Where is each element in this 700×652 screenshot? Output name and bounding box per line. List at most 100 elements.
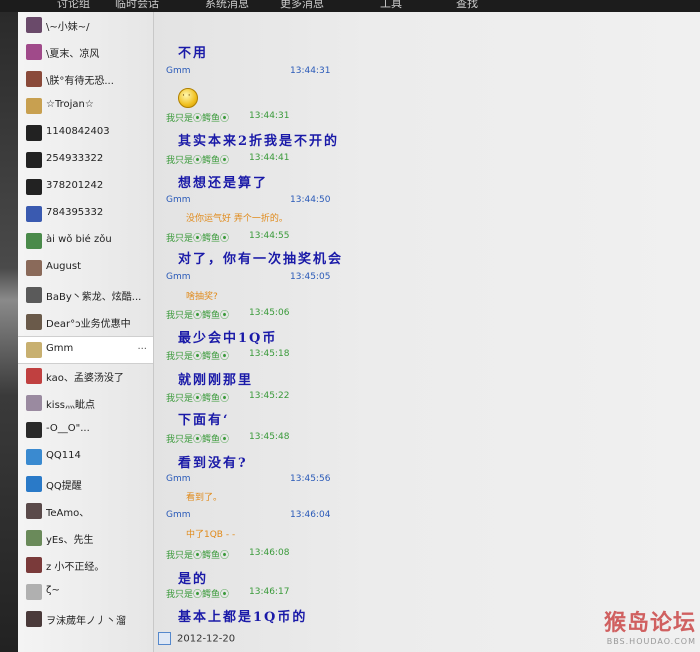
avatar: [26, 152, 42, 168]
contact-item[interactable]: ☆Trojan☆: [18, 93, 153, 120]
message-timestamp: 13:45:56: [290, 474, 331, 484]
message-header: Gmm 13:46:04: [166, 510, 330, 520]
sender-name: Gmm: [166, 66, 191, 76]
top-tab[interactable]: 讨论组: [57, 0, 90, 11]
message-header: 我只是⦿鳄鱼⦿ 13:45:22: [166, 391, 289, 404]
sender-name: Gmm: [166, 510, 191, 520]
contact-list: \~小妹~/ \夏末、凉风 \朕°有待无恐... ☆Trojan☆ 1140842403…: [18, 12, 154, 652]
contact-name: BaBy丶紫龙、炫酷...: [46, 292, 142, 303]
avatar: [26, 233, 42, 249]
top-tab[interactable]: 系统消息: [205, 0, 249, 11]
message-text: 想想还是算了: [178, 176, 269, 191]
message-text: 就刚刚那里: [178, 373, 254, 388]
avatar: [26, 422, 42, 438]
forum-watermark: 猴岛论坛 BBS.HOUDAO.COM: [604, 605, 696, 646]
avatar: [26, 206, 42, 222]
message-timestamp: 13:44:55: [249, 231, 290, 241]
message-timestamp: 13:46:08: [249, 548, 290, 558]
date-separator: 2012-12-20: [158, 632, 235, 645]
contact-item[interactable]: Gmm...: [18, 336, 153, 364]
contact-item[interactable]: -O__O"...: [18, 417, 153, 444]
top-tab[interactable]: 更多消息: [280, 0, 324, 11]
contact-item[interactable]: August: [18, 255, 153, 282]
contact-name: Dear°ɔ业务优惠中: [46, 319, 131, 330]
contact-name: kao、孟婆汤没了: [46, 373, 124, 384]
message-header: 我只是⦿鳄鱼⦿ 13:45:06: [166, 308, 289, 321]
smiley-emoticon-icon: [178, 88, 198, 108]
contact-item[interactable]: yEs、先生: [18, 525, 153, 552]
contact-name: -O__O"...: [46, 423, 90, 434]
message-text: 是的: [178, 572, 209, 587]
contact-item[interactable]: QQ114: [18, 444, 153, 471]
message-header: 我只是⦿鳄鱼⦿ 13:46:08: [166, 548, 289, 561]
contact-message-text: 没你运气好 弄个一折的。: [186, 214, 288, 224]
message-timestamp: 13:44:41: [249, 153, 290, 163]
avatar: [26, 17, 42, 33]
contact-message-text: 看到了。: [186, 493, 223, 503]
contact-item[interactable]: 378201242: [18, 174, 153, 201]
contact-item[interactable]: \夏末、凉风: [18, 39, 153, 66]
message-timestamp: 13:45:48: [249, 432, 290, 442]
contact-item[interactable]: BaBy丶紫龙、炫酷...: [18, 282, 153, 309]
contact-message-text: 啥抽奖?: [186, 292, 218, 302]
message-header: 我只是⦿鳄鱼⦿ 13:44:41: [166, 153, 289, 166]
avatar: [26, 287, 42, 303]
top-tab[interactable]: 临时会话: [115, 0, 159, 11]
message-text: 看到没有?: [178, 456, 248, 471]
contact-item[interactable]: kao、孟婆汤没了: [18, 363, 153, 390]
avatar: [26, 314, 42, 330]
message-header: Gmm 13:44:31: [166, 66, 330, 76]
contact-item[interactable]: QQ提醒: [18, 471, 153, 498]
avatar: [26, 449, 42, 465]
message-text: 下面有‘: [178, 413, 230, 428]
calendar-icon[interactable]: [158, 632, 171, 645]
more-options-button[interactable]: ...: [137, 341, 147, 352]
sender-name: 我只是⦿鳄鱼⦿: [166, 352, 230, 362]
message-timestamp: 13:45:06: [249, 308, 290, 318]
avatar: [26, 179, 42, 195]
contact-item[interactable]: 784395332: [18, 201, 153, 228]
contact-name: 254933322: [46, 153, 104, 164]
message-header: Gmm 13:44:50: [166, 195, 330, 205]
watermark-url: BBS.HOUDAO.COM: [606, 637, 696, 646]
contact-item[interactable]: Dear°ɔ业务优惠中: [18, 309, 153, 336]
message-timestamp: 13:46:17: [249, 587, 290, 597]
message-text: 最少会中1Q币: [178, 331, 278, 346]
contact-message-text: 中了1QB - -: [186, 530, 236, 540]
top-tab[interactable]: 工具: [380, 0, 402, 11]
sender-name: Gmm: [166, 195, 191, 205]
avatar: [26, 503, 42, 519]
message-text: 对了，你有一次抽奖机会: [178, 252, 344, 267]
contact-item[interactable]: kiss灬眦点: [18, 390, 153, 417]
contact-item[interactable]: \~小妹~/: [18, 12, 153, 39]
contact-item[interactable]: TeAmo、: [18, 498, 153, 525]
contact-name: ヲ沫蒇年ノ丿丶溜: [46, 616, 126, 627]
message-header: Gmm 13:45:05: [166, 272, 330, 282]
contact-name: 1140842403: [46, 126, 110, 137]
message-text: 其实本来2折我是不开的: [178, 134, 340, 149]
avatar: [26, 395, 42, 411]
avatar: [26, 530, 42, 546]
sender-name: 我只是⦿鳄鱼⦿: [166, 435, 230, 445]
message-text: 不用: [178, 46, 209, 61]
contact-item[interactable]: 254933322: [18, 147, 153, 174]
contact-item[interactable]: z 小不正经。: [18, 552, 153, 579]
message-timestamp: 13:45:22: [249, 391, 290, 401]
contact-item[interactable]: ài wǒ bié zǒu: [18, 228, 153, 255]
top-tab[interactable]: 查找: [456, 0, 478, 11]
contact-item[interactable]: 1140842403: [18, 120, 153, 147]
watermark-logo-text: 猴岛论坛: [603, 611, 696, 636]
contact-item[interactable]: ヲ沫蒇年ノ丿丶溜: [18, 606, 153, 633]
message-header: 我只是⦿鳄鱼⦿ 13:44:55: [166, 231, 289, 244]
sender-name: 我只是⦿鳄鱼⦿: [166, 156, 230, 166]
message-timestamp: 13:44:50: [290, 195, 331, 205]
message-header: 我只是⦿鳄鱼⦿ 13:44:31: [166, 111, 289, 124]
sender-name: 我只是⦿鳄鱼⦿: [166, 551, 230, 561]
contact-name: \朕°有待无恐...: [46, 76, 114, 87]
contact-name: kiss灬眦点: [46, 400, 95, 411]
avatar: [26, 557, 42, 573]
contact-item[interactable]: \朕°有待无恐...: [18, 66, 153, 93]
message-header: Gmm 13:45:56: [166, 474, 330, 484]
contact-name: \夏末、凉风: [46, 49, 100, 60]
contact-item[interactable]: ζ~: [18, 579, 153, 606]
